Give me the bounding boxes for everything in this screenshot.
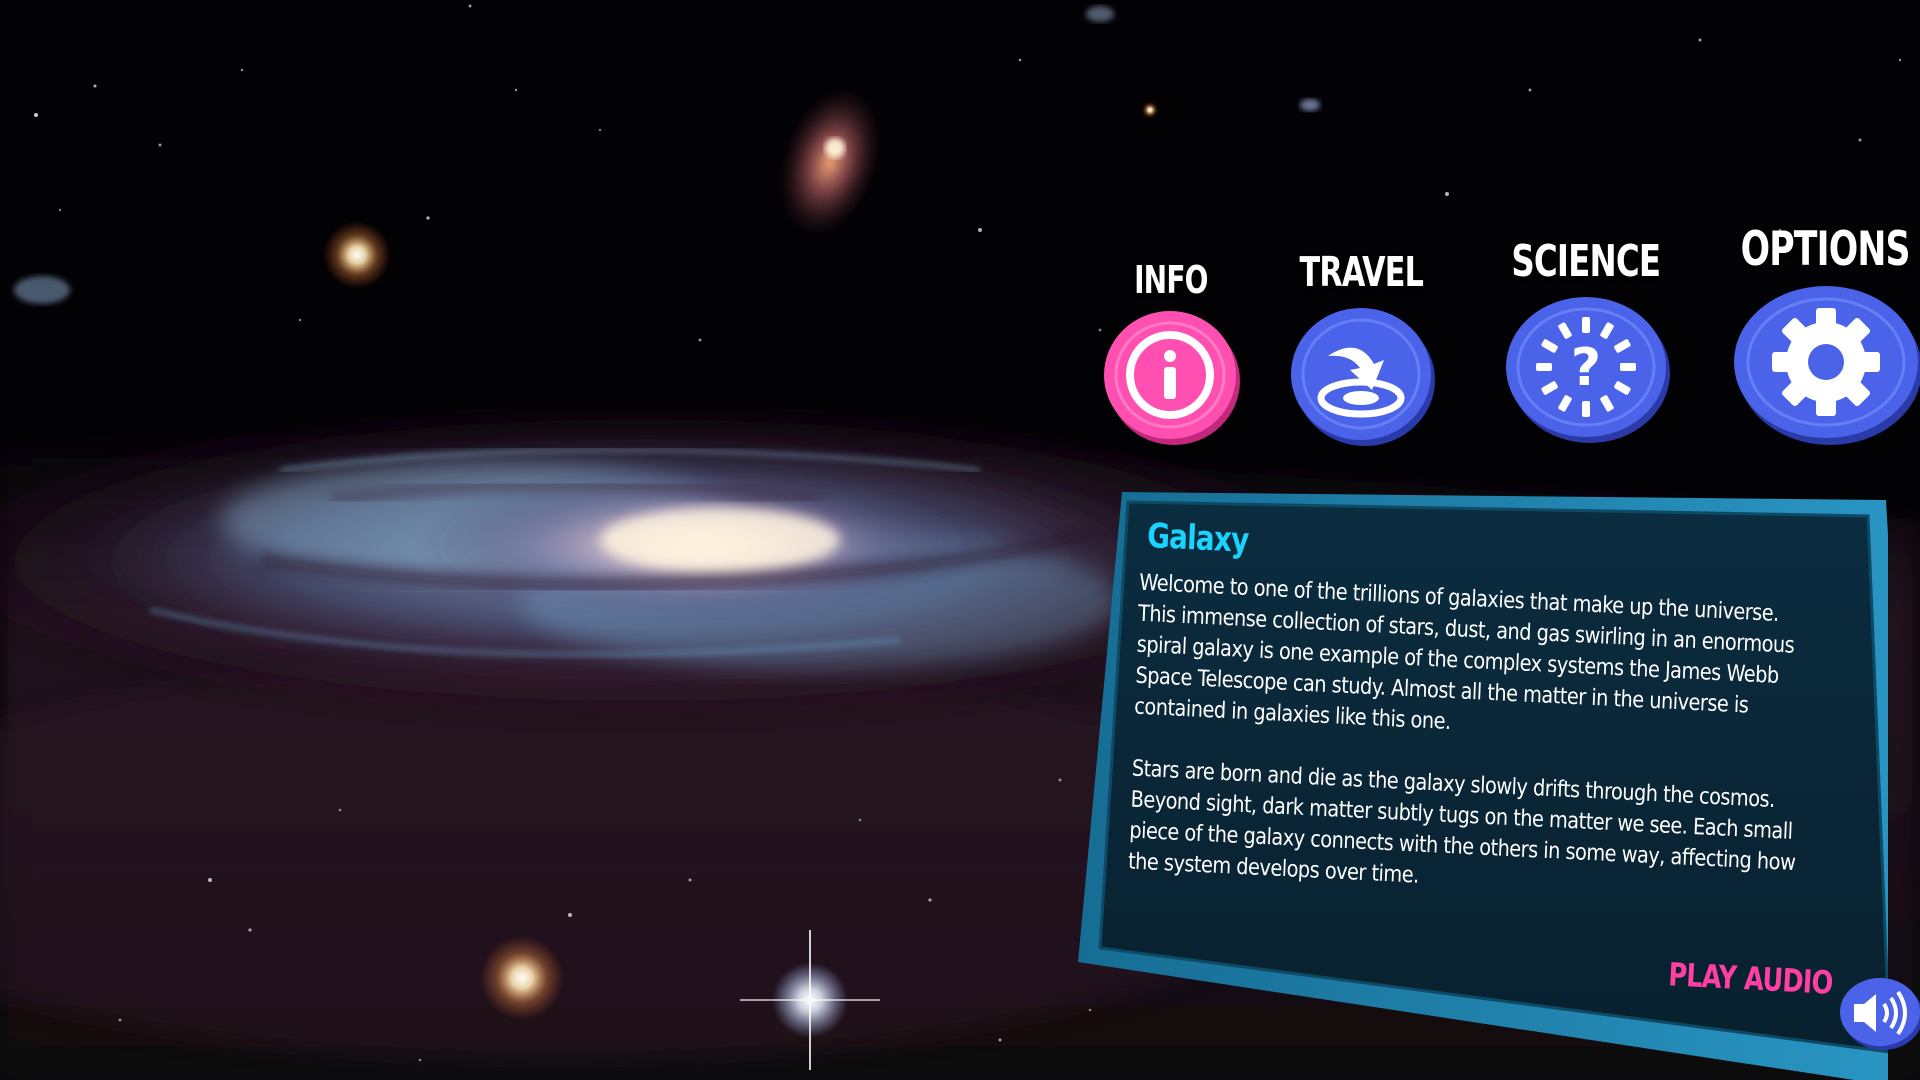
panel-paragraph-1: Welcome to one of the trillions of galax… (1133, 569, 1795, 736)
menu-item-options[interactable]: OPTIONS (1722, 222, 1920, 447)
menu-item-info[interactable]: INFO (1100, 258, 1242, 446)
space-scene: INFO TRAVEL SCIENCE ? OPTIONS Galaxy Wel… (0, 0, 1920, 1080)
menu-item-science[interactable]: SCIENCE ? (1495, 236, 1677, 445)
travel-label: TRAVEL (1299, 248, 1424, 296)
science-button[interactable]: ? (1500, 289, 1672, 445)
play-audio-label[interactable]: PLAY AUDIO (1667, 955, 1833, 1002)
gear-icon (1772, 308, 1881, 416)
options-label: OPTIONS (1740, 222, 1911, 277)
panel-content: Galaxy Welcome to one of the trillions o… (1128, 516, 1837, 942)
options-button[interactable] (1726, 277, 1920, 447)
play-audio-button[interactable] (1838, 976, 1920, 1054)
menu-item-travel[interactable]: TRAVEL (1286, 248, 1437, 448)
science-label: SCIENCE (1511, 236, 1661, 287)
info-button[interactable] (1100, 304, 1242, 446)
travel-button[interactable] (1286, 298, 1436, 448)
info-label: INFO (1134, 258, 1208, 302)
panel-paragraph-2: Stars are born and die as the galaxy slo… (1127, 755, 1796, 889)
svg-text:?: ? (1571, 338, 1601, 398)
